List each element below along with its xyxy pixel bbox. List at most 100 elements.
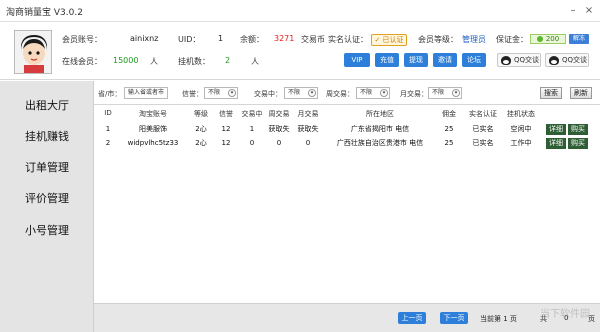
prev-page-button[interactable]: 上一页	[398, 312, 426, 324]
deposit-value: 200	[530, 34, 566, 44]
main-panel: 省/市： 输入省或者市 信誉： 不限 ▾ 交易中： 不限 ▾ 周交易： 不限 ▾ 月交…	[94, 81, 600, 332]
cell-credit: 12	[221, 139, 231, 147]
sidebar-item-rental-hall[interactable]: 出租大厅	[0, 91, 94, 121]
avatar	[14, 30, 52, 74]
credit-label: 信誉：	[182, 90, 203, 98]
online-unit: 人	[150, 57, 158, 66]
forum-button[interactable]: 论坛	[462, 53, 486, 67]
sidebar-item-orders[interactable]: 订单管理	[0, 153, 94, 183]
col-region: 所在地区	[366, 110, 394, 118]
qq-chat-button-1[interactable]: QQ交谈	[497, 53, 541, 67]
watermark: 当下软件园	[540, 309, 590, 320]
sidebar: 出租大厅 挂机赚钱 订单管理 评价管理 小号管理	[0, 81, 94, 332]
cell-realname: 已实名	[472, 139, 494, 147]
table-row[interactable]: 1 阳美服饰 2心 12 1 获取失 获取失 广东省揭阳市 电信 25 已实名 …	[94, 123, 600, 136]
uid-label: UID：	[178, 35, 201, 44]
col-id: ID	[104, 109, 112, 117]
col-trading: 交易中	[241, 110, 263, 118]
vip-button[interactable]: VIP	[344, 53, 370, 67]
cell-region: 广东省揭阳市 电信	[350, 125, 410, 133]
withdraw-button[interactable]: 提现	[404, 53, 428, 67]
unfreeze-button[interactable]: 解冻	[569, 34, 589, 44]
cell-commission: 25	[444, 139, 454, 147]
invite-button[interactable]: 邀请	[433, 53, 457, 67]
cell-credit: 12	[221, 125, 231, 133]
cell-region: 广西壮族自治区贵港市 电信	[336, 139, 424, 147]
cell-id: 1	[105, 125, 111, 133]
cell-weekly: 获取失	[268, 125, 290, 133]
cell-level: 2心	[195, 125, 207, 133]
cell-monthly: 获取失	[297, 125, 319, 133]
col-commission: 佣金	[442, 110, 456, 118]
region-label: 省/市：	[98, 90, 122, 98]
refresh-button[interactable]: 刷新	[570, 87, 592, 99]
weekly-label: 周交易：	[326, 90, 354, 98]
table-empty-area	[94, 150, 600, 302]
col-status: 挂机状态	[507, 110, 535, 118]
account-label: 会员账号：	[62, 35, 102, 44]
chevron-down-icon: ▾	[308, 89, 316, 97]
currency-label: 交易币	[301, 35, 325, 44]
deposit-label: 保证金：	[496, 35, 528, 44]
account-value: ainixnz	[130, 34, 159, 43]
online-label: 在线会员：	[62, 57, 102, 66]
hosted-label: 挂机数：	[178, 57, 210, 66]
close-icon[interactable]: ×	[582, 4, 596, 18]
monthly-select[interactable]: 不限 ▾	[428, 87, 462, 99]
sidebar-item-accounts[interactable]: 小号管理	[0, 216, 94, 246]
qq-chat-button-2[interactable]: QQ交谈	[545, 53, 589, 67]
sidebar-item-reviews[interactable]: 评价管理	[0, 184, 94, 214]
uid-value: 1	[218, 34, 224, 43]
weekly-select[interactable]: 不限 ▾	[356, 87, 390, 99]
sidebar-item-earn-money[interactable]: 挂机赚钱	[0, 122, 94, 152]
buy-button[interactable]: 购买	[568, 124, 588, 135]
pagination-bar: 上一页 下一页 当前第 1 页 共 0 页	[94, 303, 600, 332]
table-row[interactable]: 2 widpvlhc5tz33 2心 12 0 0 0 广西壮族自治区贵港市 电…	[94, 137, 600, 150]
balance-value: 3271	[274, 34, 295, 43]
cell-account: widpvlhc5tz33	[127, 139, 179, 147]
cell-trading: 0	[249, 139, 255, 147]
search-button[interactable]: 搜索	[540, 87, 562, 99]
detail-button[interactable]: 详细	[546, 124, 566, 135]
hosted-unit: 人	[251, 57, 259, 66]
minimize-icon[interactable]: –	[566, 4, 580, 18]
level-value: 管理员	[462, 35, 486, 44]
next-page-button[interactable]: 下一页	[440, 312, 468, 324]
col-weekly: 周交易	[268, 110, 290, 118]
title-bar: 淘商销量宝 V3.0.2 – ×	[0, 0, 600, 22]
region-input[interactable]: 输入省或者市	[124, 87, 168, 99]
cell-level: 2心	[195, 139, 207, 147]
online-value: 15000	[113, 56, 139, 65]
col-level: 等级	[194, 110, 208, 118]
col-credit: 信誉	[219, 110, 233, 118]
user-info-panel: 会员账号： ainixnz UID： 1 余额： 3271 交易币 实名认证： …	[0, 22, 600, 80]
trading-select[interactable]: 不限 ▾	[284, 87, 318, 99]
realname-label: 实名认证：	[328, 35, 368, 44]
cell-realname: 已实名	[472, 125, 494, 133]
qq-icon	[549, 56, 559, 65]
col-account: 淘宝账号	[139, 110, 167, 118]
col-realname: 实名认证	[469, 110, 497, 118]
buy-button[interactable]: 购买	[568, 138, 588, 149]
cell-status: 工作中	[510, 139, 532, 147]
coin-icon	[536, 36, 543, 42]
detail-button[interactable]: 详细	[546, 138, 566, 149]
level-label: 会员等级：	[418, 35, 458, 44]
credit-select[interactable]: 不限 ▾	[204, 87, 238, 99]
chevron-down-icon: ▾	[380, 89, 388, 97]
cell-account: 阳美服饰	[139, 125, 167, 133]
window-title: 淘商销量宝 V3.0.2	[6, 8, 83, 18]
cell-weekly: 0	[276, 139, 282, 147]
chevron-down-icon: ▾	[452, 89, 460, 97]
cell-id: 2	[105, 139, 111, 147]
balance-label: 余额：	[240, 35, 264, 44]
recharge-button[interactable]: 充值	[375, 53, 399, 67]
cell-commission: 25	[444, 125, 454, 133]
cell-trading: 1	[249, 125, 255, 133]
current-page-text: 当前第 1 页	[480, 315, 517, 323]
trading-label: 交易中：	[254, 90, 282, 98]
hosted-value: 2	[225, 56, 231, 65]
qq-icon	[501, 56, 511, 65]
col-monthly: 月交易	[297, 110, 319, 118]
chevron-down-icon: ▾	[228, 89, 236, 97]
